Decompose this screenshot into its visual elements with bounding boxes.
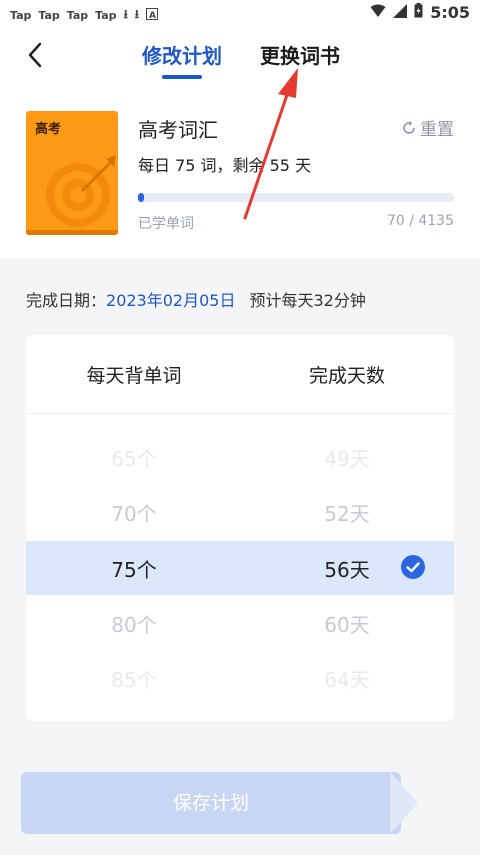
notification-tap-3: Tap <box>66 9 89 22</box>
learning-progress-bar <box>138 193 454 202</box>
words-option: 85个 <box>111 668 157 692</box>
words-option: 70个 <box>111 502 157 526</box>
days-option: 49天 <box>324 447 370 471</box>
notification-icons: Tap Tap Tap Tap ⭳ ⭳ A <box>10 5 158 26</box>
words-option: 80个 <box>111 613 157 637</box>
status-bar: Tap Tap Tap Tap ⭳ ⭳ A 5:05 <box>0 0 480 26</box>
download-icon: ⭳ <box>134 7 139 21</box>
save-plan-button[interactable]: 保存计划 <box>21 772 401 834</box>
wordbook-card: 高考 高考词汇 重置 每日 75 词，剩余 55 天 已学单词 70 / 413… <box>0 86 480 258</box>
picker-row[interactable]: 70个 52天 <box>26 485 454 539</box>
learned-words-label: 已学单词 <box>138 216 194 232</box>
daily-time-estimate: 预计每天32分钟 <box>249 291 366 310</box>
wifi-icon <box>370 3 386 22</box>
svg-text:A: A <box>149 11 156 20</box>
target-icon <box>46 155 116 227</box>
refresh-icon <box>403 120 415 134</box>
picker-row[interactable]: 65个 49天 <box>26 430 454 484</box>
notification-tap-2: Tap <box>38 9 60 22</box>
tab-change-wordbook[interactable]: 更换词书 <box>260 40 340 69</box>
days-option: 64天 <box>324 668 370 692</box>
days-option: 52天 <box>324 502 370 526</box>
learning-progress-fill <box>138 193 145 202</box>
picker-header: 每天背单词 完成天数 <box>26 335 454 414</box>
completion-label: 完成日期： <box>26 291 107 310</box>
check-icon <box>401 555 425 579</box>
reset-label: 重置 <box>420 120 454 140</box>
words-option: 65个 <box>111 447 157 471</box>
total-days-header: 完成天数 <box>308 365 385 387</box>
clock: 5:05 <box>430 3 470 22</box>
book-cover: 高考 <box>26 111 118 235</box>
notification-tap-1: Tap <box>10 9 32 22</box>
learned-words-count: 70 / 4135 <box>386 213 454 229</box>
picker-row[interactable]: 80个 60天 <box>26 596 454 650</box>
days-option: 60天 <box>324 613 370 637</box>
words-option-selected: 75个 <box>111 558 157 582</box>
notification-tap-4: Tap <box>95 9 117 22</box>
reset-button[interactable]: 重置 <box>401 115 454 140</box>
back-button[interactable] <box>26 40 46 70</box>
plan-picker: 每天背单词 完成天数 65个 49天 70个 52天 75个 56天 80个 6… <box>26 335 454 721</box>
completion-date: 2023年02月05日 <box>106 291 236 310</box>
words-per-day-header: 每天背单词 <box>86 365 182 387</box>
picker-row[interactable]: 85个 64天 <box>26 651 454 705</box>
book-title: 高考词汇 <box>138 118 218 142</box>
book-cover-edge <box>26 230 118 235</box>
download-icon: ⭳ <box>123 7 128 21</box>
tab-active-indicator <box>162 75 202 79</box>
battery-icon <box>414 3 423 22</box>
daily-plan-summary: 每日 75 词，剩余 55 天 <box>138 156 312 175</box>
system-status: 5:05 <box>370 3 470 22</box>
completion-info: 完成日期：2023年02月05日 预计每天32分钟 <box>26 287 366 311</box>
font-app-icon: A <box>145 8 158 23</box>
chevron-left-icon <box>28 42 42 68</box>
signal-icon <box>393 3 408 22</box>
picker-row-selected[interactable]: 75个 56天 <box>26 541 454 595</box>
top-nav: 修改计划 更换词书 <box>0 26 480 86</box>
tab-modify-plan[interactable]: 修改计划 <box>142 40 222 69</box>
save-button-arrow-decoration <box>390 772 418 834</box>
